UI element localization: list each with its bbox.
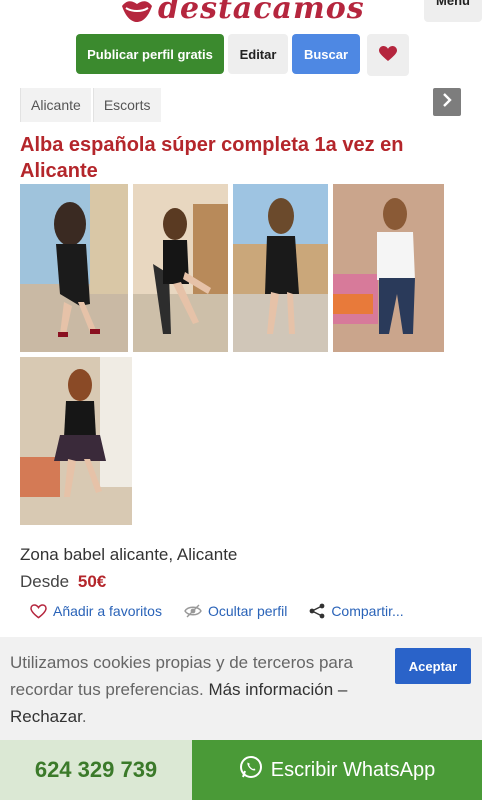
breadcrumb-item-escorts[interactable]: Escorts — [92, 88, 161, 122]
cookie-period: . — [81, 707, 87, 726]
edit-button[interactable]: Editar — [228, 34, 288, 74]
breadcrumb: Alicante Escorts — [20, 88, 161, 122]
listing-price: Desde 50€ — [20, 572, 106, 592]
next-profile-button[interactable] — [433, 88, 461, 116]
whatsapp-button[interactable]: Escribir WhatsApp — [192, 740, 482, 800]
menu-button[interactable]: Menu — [424, 0, 482, 22]
listing-photo[interactable] — [20, 357, 132, 525]
listing-location: Zona babel alicante, Alicante — [20, 545, 238, 564]
favorites-button[interactable] — [367, 34, 409, 76]
hide-profile-label: Ocultar perfil — [207, 603, 288, 619]
more-info-link[interactable]: Más información — [208, 680, 333, 699]
price-prefix: Desde — [20, 572, 70, 591]
top-bar: destacamos Menu — [0, 0, 482, 32]
eye-slash-icon — [184, 604, 202, 618]
lips-logo-icon — [120, 0, 154, 24]
logo-text: destacamos — [158, 0, 365, 26]
reject-link[interactable]: Rechazar — [10, 707, 82, 726]
accept-cookies-button[interactable]: Aceptar — [395, 648, 471, 684]
search-button[interactable]: Buscar — [292, 34, 360, 74]
listing-tools: Añadir a favoritos Ocultar perfil Compar… — [30, 603, 426, 619]
share-link[interactable]: Compartir... — [309, 603, 404, 619]
cookie-message: Utilizamos cookies propias y de terceros… — [10, 649, 360, 730]
add-favorite-label: Añadir a favoritos — [53, 603, 162, 619]
add-favorite-link[interactable]: Añadir a favoritos — [30, 603, 162, 619]
listing-photo[interactable] — [333, 184, 444, 352]
heart-icon — [379, 45, 397, 65]
cookie-banner: Utilizamos cookies propias y de terceros… — [0, 637, 482, 740]
listing-photo[interactable] — [20, 184, 128, 352]
cookie-separator: – — [333, 680, 348, 699]
contact-bar: 624 329 739 Escribir WhatsApp — [0, 740, 482, 800]
heart-outline-icon — [30, 603, 47, 619]
listing-photo[interactable] — [133, 184, 228, 352]
whatsapp-label: Escribir WhatsApp — [270, 758, 436, 781]
action-bar: Publicar perfil gratis Editar Buscar — [76, 34, 409, 76]
site-logo[interactable]: destacamos — [120, 0, 365, 24]
share-icon — [309, 603, 325, 619]
publish-profile-button[interactable]: Publicar perfil gratis — [76, 34, 224, 74]
phone-button[interactable]: 624 329 739 — [0, 740, 192, 800]
whatsapp-icon — [239, 755, 263, 785]
price-value: 50€ — [77, 572, 107, 591]
hide-profile-link[interactable]: Ocultar perfil — [184, 603, 287, 619]
chevron-right-icon — [442, 92, 452, 112]
share-label: Compartir... — [331, 603, 404, 619]
listing-title: Alba española súper completa 1a vez en A… — [20, 134, 404, 182]
breadcrumb-item-alicante[interactable]: Alicante — [20, 88, 91, 122]
listing-photo[interactable] — [233, 184, 328, 352]
